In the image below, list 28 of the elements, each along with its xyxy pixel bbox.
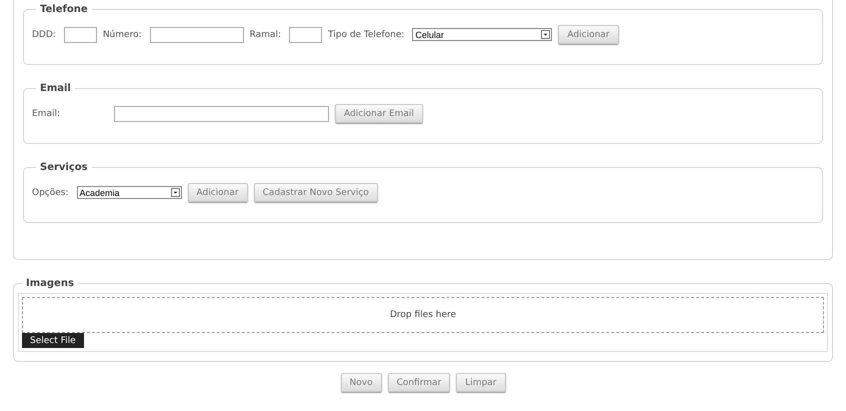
- drop-zone[interactable]: Drop files here: [22, 297, 824, 333]
- section-title: Serviços: [39, 162, 89, 173]
- dropdown[interactable]: Academia: [76, 186, 182, 199]
- action-button[interactable]: Limpar: [456, 373, 506, 392]
- add-button[interactable]: Adicionar: [558, 25, 619, 44]
- select-file-button[interactable]: Select File: [22, 333, 84, 348]
- field-label: DDD:: [32, 30, 56, 40]
- text-field[interactable]: [114, 106, 329, 122]
- section-title: Imagens: [25, 278, 75, 289]
- action-button[interactable]: Confirmar: [388, 373, 450, 392]
- text-field[interactable]: [64, 26, 97, 42]
- field-label: Número:: [102, 30, 142, 40]
- action-button[interactable]: Novo: [340, 373, 382, 392]
- drop-hint: Drop files here: [390, 310, 456, 320]
- section-title: Telefone: [39, 4, 89, 15]
- text-field[interactable]: [289, 26, 322, 42]
- add-button[interactable]: Adicionar: [188, 183, 248, 202]
- field-label: Opções:: [32, 188, 69, 198]
- field-label: Tipo de Telefone:: [328, 30, 404, 40]
- add-button[interactable]: Adicionar Email: [335, 104, 423, 123]
- caret-icon: [541, 30, 550, 39]
- text-field[interactable]: [150, 26, 244, 42]
- add-button[interactable]: Cadastrar Novo Serviço: [254, 183, 378, 202]
- field-label: Email:: [32, 108, 62, 118]
- caret-icon: [170, 188, 180, 197]
- field-label: Ramal:: [250, 30, 282, 40]
- section-title: Email: [39, 83, 72, 94]
- dropdown[interactable]: Celular: [412, 28, 552, 41]
